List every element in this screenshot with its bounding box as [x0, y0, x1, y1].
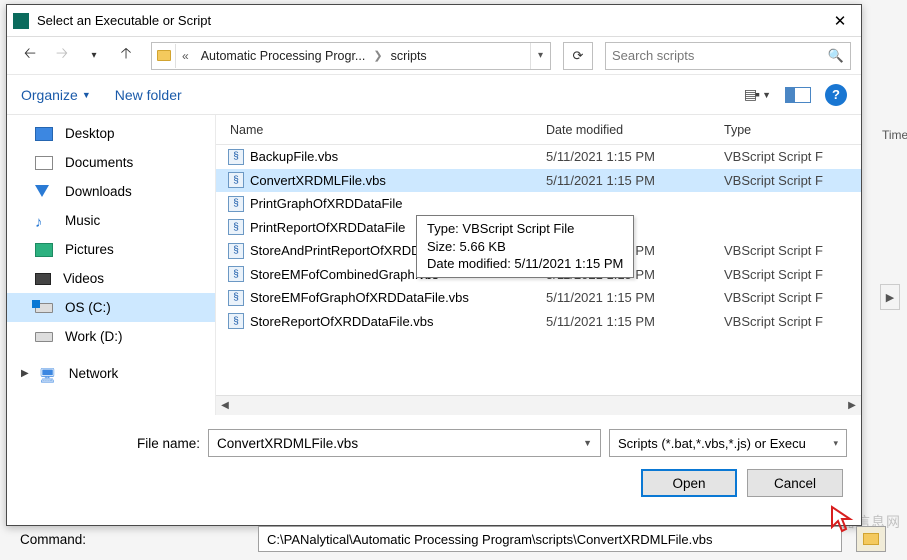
command-input[interactable]: C:\PANalytical\Automatic Processing Prog… — [258, 526, 842, 552]
list-view-icon: ▤▪ — [744, 86, 758, 103]
documents-icon — [35, 156, 53, 170]
column-type[interactable]: Type — [724, 123, 861, 137]
cancel-button[interactable]: Cancel — [747, 469, 843, 497]
sidebar-item-documents[interactable]: Documents — [7, 148, 215, 177]
up-button[interactable]: 🡡 — [113, 43, 139, 69]
new-folder-button[interactable]: New folder — [115, 87, 182, 103]
nav-sidebar: Desktop Documents Downloads ♪Music Pictu… — [7, 115, 215, 415]
sidebar-item-desktop[interactable]: Desktop — [7, 119, 215, 148]
search-icon: 🔍 — [828, 48, 844, 64]
downloads-icon — [35, 185, 53, 199]
sidebar-item-work-d[interactable]: Work (D:) — [7, 322, 215, 351]
vbs-file-icon: § — [228, 243, 244, 259]
command-label: Command: — [20, 532, 110, 547]
back-button[interactable]: 🡠 — [17, 43, 43, 69]
sidebar-item-os-c[interactable]: OS (C:) — [7, 293, 215, 322]
file-type-filter[interactable]: Scripts (*.bat,*.vbs,*.js) or Execu▾ — [609, 429, 847, 457]
file-tooltip: Type: VBScript Script File Size: 5.66 KB… — [416, 215, 634, 278]
search-input[interactable]: Search scripts 🔍 — [605, 42, 851, 70]
sidebar-item-videos[interactable]: Videos — [7, 264, 215, 293]
organize-menu[interactable]: Organize▼ — [21, 87, 91, 103]
view-options-button[interactable]: ▤▪ ▼ — [744, 86, 771, 103]
drive-icon — [35, 332, 53, 342]
search-placeholder: Search scripts — [612, 48, 694, 63]
scroll-left-button[interactable]: ◀ — [216, 400, 234, 411]
vbs-file-icon: § — [228, 196, 244, 212]
background-column-peek: Timec — [882, 128, 907, 142]
forward-button[interactable]: 🡢 — [49, 43, 75, 69]
toolbar: Organize▼ New folder ▤▪ ▼ ? — [7, 75, 861, 115]
titlebar: Select an Executable or Script ✕ — [7, 5, 861, 37]
sidebar-item-pictures[interactable]: Pictures — [7, 235, 215, 264]
open-button[interactable]: Open — [641, 469, 737, 497]
vbs-file-icon: § — [228, 313, 244, 329]
file-list-pane: Name Date modified Type §BackupFile.vbs5… — [215, 115, 861, 415]
close-button[interactable]: ✕ — [819, 5, 861, 36]
command-row: Command: C:\PANalytical\Automatic Proces… — [20, 524, 886, 554]
address-dropdown[interactable]: ▾ — [530, 43, 550, 69]
file-row[interactable]: §BackupFile.vbs5/11/2021 1:15 PMVBScript… — [216, 145, 861, 169]
file-name-label: File name: — [137, 436, 200, 451]
chevron-down-icon[interactable]: ▾ — [833, 438, 838, 449]
sidebar-item-network[interactable]: ▶🖥Network — [7, 359, 215, 388]
videos-icon — [35, 273, 51, 285]
file-name-input[interactable]: ConvertXRDMLFile.vbs▼ — [208, 429, 601, 457]
file-row[interactable]: §ConvertXRDMLFile.vbs5/11/2021 1:15 PMVB… — [216, 169, 861, 193]
horizontal-scrollbar[interactable]: ◀ ▶ — [216, 395, 861, 415]
music-icon: ♪ — [35, 214, 53, 228]
sidebar-item-music[interactable]: ♪Music — [7, 206, 215, 235]
dialog-footer: File name: ConvertXRDMLFile.vbs▼ Scripts… — [7, 415, 861, 509]
column-name[interactable]: Name — [216, 123, 546, 137]
chevron-down-icon: ▼ — [82, 90, 91, 100]
vbs-file-icon: § — [228, 219, 244, 235]
vbs-file-icon: § — [228, 266, 244, 282]
file-row[interactable]: §StoreReportOfXRDDataFile.vbs5/11/2021 1… — [216, 310, 861, 334]
pictures-icon — [35, 243, 53, 257]
column-headers: Name Date modified Type — [216, 115, 861, 145]
folder-icon — [152, 44, 176, 68]
preview-pane-toggle[interactable] — [785, 87, 811, 103]
browse-button[interactable] — [856, 526, 886, 552]
vbs-file-icon: § — [228, 290, 244, 306]
vbs-file-icon: § — [228, 149, 244, 165]
chevron-down-icon[interactable]: ▼ — [583, 438, 592, 448]
breadcrumb-seg-1[interactable]: Automatic Processing Progr... — [195, 49, 372, 63]
recent-locations-dropdown[interactable]: ▾ — [81, 43, 107, 69]
scroll-right-button[interactable]: ▶ — [843, 400, 861, 411]
chevron-right-icon[interactable]: ❯ — [371, 49, 384, 62]
nav-row: 🡠 🡢 ▾ 🡡 « Automatic Processing Progr... … — [7, 37, 861, 75]
file-open-dialog: Select an Executable or Script ✕ 🡠 🡢 ▾ 🡡… — [6, 4, 862, 526]
vbs-file-icon: § — [228, 172, 244, 188]
dialog-title: Select an Executable or Script — [37, 13, 819, 28]
chevron-down-icon: ▼ — [762, 90, 771, 100]
desktop-icon — [35, 127, 53, 141]
refresh-button[interactable]: ⟳ — [563, 42, 593, 70]
file-list[interactable]: §BackupFile.vbs5/11/2021 1:15 PMVBScript… — [216, 145, 861, 395]
cursor-icon — [830, 505, 854, 533]
help-button[interactable]: ? — [825, 84, 847, 106]
folder-icon — [863, 533, 879, 545]
file-row[interactable]: §StoreEMFofGraphOfXRDDataFile.vbs5/11/20… — [216, 286, 861, 310]
chevron-right-icon[interactable]: ▶ — [21, 368, 29, 379]
breadcrumb-overflow[interactable]: « — [176, 49, 195, 63]
breadcrumb-seg-2[interactable]: scripts — [385, 49, 433, 63]
file-row[interactable]: §PrintGraphOfXRDDataFile — [216, 192, 861, 216]
app-icon — [13, 13, 29, 29]
column-date[interactable]: Date modified — [546, 123, 724, 137]
network-icon: 🖥 — [39, 367, 57, 381]
drive-icon — [35, 303, 53, 313]
background-scroll-right[interactable]: ▶ — [880, 284, 900, 310]
address-bar[interactable]: « Automatic Processing Progr... ❯ script… — [151, 42, 551, 70]
sidebar-item-downloads[interactable]: Downloads — [7, 177, 215, 206]
